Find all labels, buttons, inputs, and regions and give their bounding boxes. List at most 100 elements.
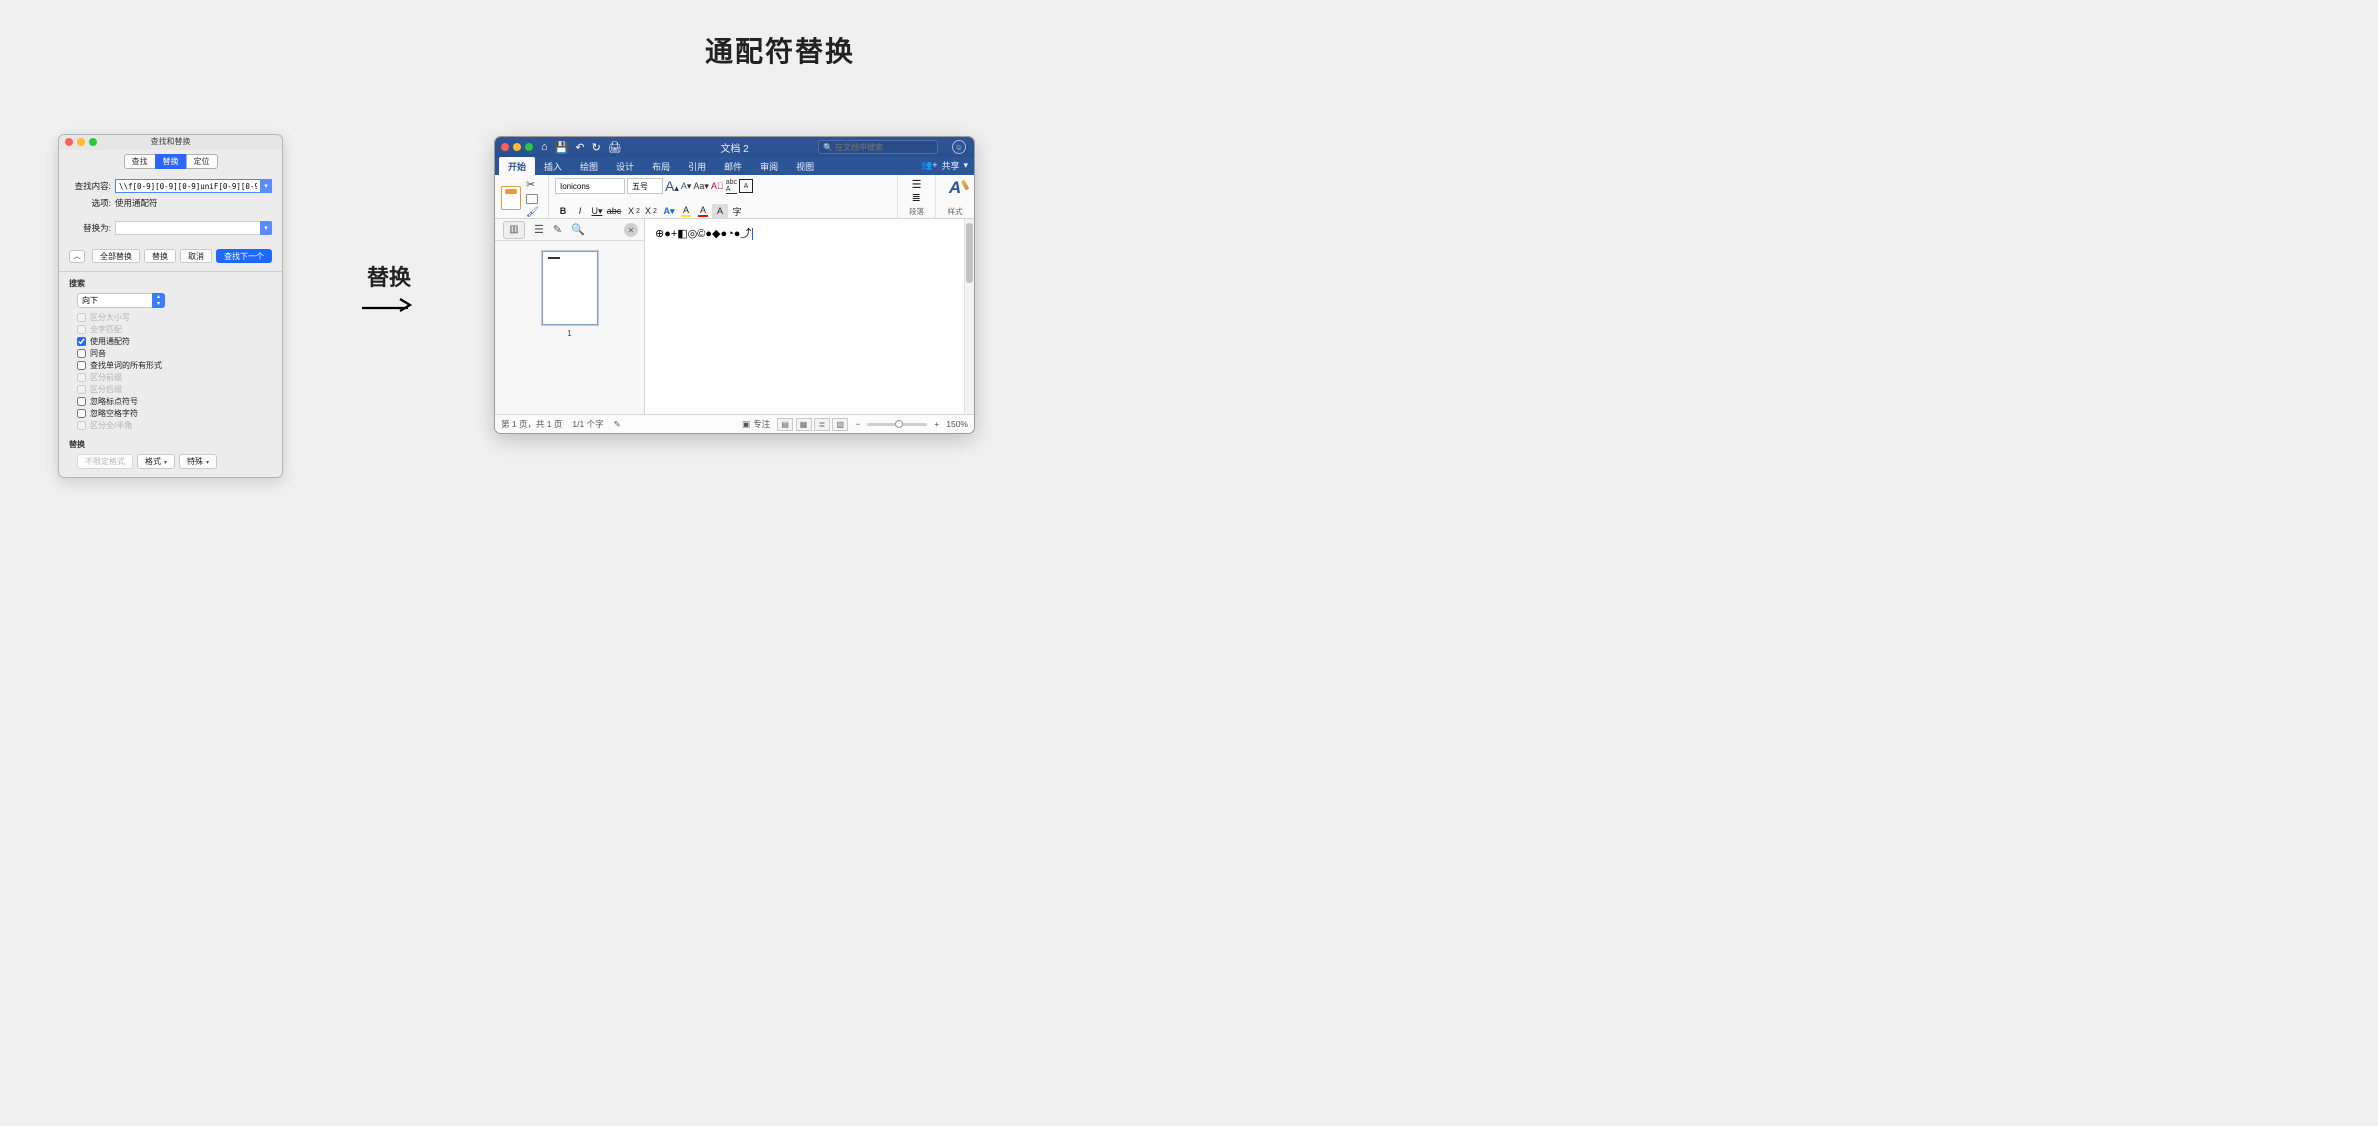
check-all-word-forms[interactable]: 查找单词的所有形式 (77, 360, 272, 371)
shrink-font-icon[interactable]: A▾ (681, 181, 692, 192)
redo-icon[interactable]: ↻ (592, 141, 601, 154)
phonetic-guide-icon[interactable]: abcA (726, 179, 737, 194)
feedback-smile-icon[interactable]: ☺ (952, 140, 966, 154)
nav-thumbnails-tab[interactable]: ▥ (503, 221, 525, 239)
web-layout-view-icon[interactable]: ▦ (796, 418, 812, 431)
font-color-icon[interactable]: A (695, 204, 711, 218)
collapse-options-button[interactable]: ︿ (69, 250, 85, 263)
nav-edit-icon[interactable]: ✎ (553, 223, 562, 236)
nav-close-icon[interactable]: ✕ (624, 223, 638, 237)
cancel-button[interactable]: 取消 (180, 249, 212, 263)
zoom-slider[interactable] (867, 423, 927, 426)
find-history-dropdown-icon[interactable]: ▾ (260, 179, 272, 193)
divider (59, 271, 282, 272)
special-dropdown-button[interactable]: 特殊 (179, 454, 217, 469)
check-full-half-width: 区分全/半角 (77, 420, 272, 431)
nav-search-icon[interactable]: 🔍 (571, 223, 585, 236)
format-painter-icon[interactable]: 🖌 (526, 207, 539, 218)
print-layout-view-icon[interactable]: ▤ (777, 418, 793, 431)
zoom-out-icon[interactable]: − (855, 419, 860, 429)
check-sounds-like[interactable]: 同音 (77, 348, 272, 359)
find-what-label: 查找内容: (69, 180, 111, 192)
nav-list-icon[interactable]: ☰ (534, 223, 544, 236)
change-case-icon[interactable]: Aa▾ (693, 181, 709, 192)
copy-icon[interactable] (526, 194, 538, 204)
ribbon-tab-design[interactable]: 设计 (607, 157, 643, 175)
ribbon-tab-home[interactable]: 开始 (499, 157, 535, 175)
check-ignore-whitespace[interactable]: 忽略空格字符 (77, 408, 272, 419)
replace-with-input[interactable] (115, 221, 272, 235)
ribbon-tab-view[interactable]: 视图 (787, 157, 823, 175)
replace-all-button[interactable]: 全部替换 (92, 249, 140, 263)
dialog-title: 查找和替换 (59, 136, 282, 147)
tab-find[interactable]: 查找 (124, 154, 155, 169)
ribbon-tab-insert[interactable]: 插入 (535, 157, 571, 175)
grow-font-icon[interactable]: A▴ (665, 178, 679, 194)
underline-icon[interactable]: U▾ (589, 204, 605, 218)
vertical-scrollbar[interactable] (964, 219, 974, 414)
bold-icon[interactable]: B (555, 204, 571, 218)
styles-icon[interactable]: A (949, 178, 961, 198)
paste-icon[interactable] (501, 186, 521, 210)
minimize-dot-icon[interactable] (513, 143, 521, 151)
font-family-select[interactable]: Ionicons (555, 178, 625, 194)
share-icon: 👥+ (921, 160, 937, 171)
char-shading-icon[interactable]: A (712, 204, 728, 218)
subscript-icon[interactable]: X2 (627, 204, 643, 218)
focus-icon: ▣ (742, 419, 750, 430)
find-what-input[interactable] (115, 179, 272, 193)
view-buttons: ▤ ▦ ≣ ▧ (777, 418, 848, 431)
word-window: ⌂ 💾 ↶ ↻ 🖨 文档 2 🔍 ☺ 开始 插入 绘图 设计 布局 引用 邮件 … (494, 136, 975, 434)
italic-icon[interactable]: I (572, 204, 588, 218)
check-ignore-punct[interactable]: 忽略标点符号 (77, 396, 272, 407)
focus-mode-button[interactable]: ▣专注 (742, 418, 770, 430)
no-formatting-button: 不限定格式 (77, 454, 133, 469)
styles-group-label: 样式 (948, 206, 963, 218)
tab-replace[interactable]: 替换 (155, 154, 186, 169)
highlight-color-icon[interactable]: A (678, 204, 694, 218)
document-search-input[interactable] (818, 140, 938, 154)
ribbon-tab-refs[interactable]: 引用 (679, 157, 715, 175)
replace-history-dropdown-icon[interactable]: ▾ (260, 221, 272, 235)
format-dropdown-button[interactable]: 格式 (137, 454, 175, 469)
strike-icon[interactable]: abc (606, 204, 622, 218)
cut-icon[interactable]: ✂ (526, 178, 539, 191)
close-dot-icon[interactable] (501, 143, 509, 151)
zoom-level[interactable]: 150% (946, 419, 968, 429)
zoom-dot-icon[interactable] (525, 143, 533, 151)
replace-with-label: 替换为: (69, 222, 111, 234)
draft-view-icon[interactable]: ▧ (832, 418, 848, 431)
page-thumbnail[interactable] (542, 251, 598, 325)
enclose-char-icon[interactable]: 字 (729, 204, 745, 218)
ribbon-tab-mail[interactable]: 邮件 (715, 157, 751, 175)
check-use-wildcard[interactable]: 使用通配符 (77, 336, 272, 347)
status-spellcheck-icon[interactable]: ✎ (614, 419, 621, 430)
superscript-icon[interactable]: X2 (644, 204, 660, 218)
ribbon-tab-review[interactable]: 审阅 (751, 157, 787, 175)
zoom-in-icon[interactable]: + (934, 419, 939, 429)
document-search: 🔍 (818, 140, 938, 154)
text-effects-icon[interactable]: A▾ (661, 204, 677, 218)
char-border-icon[interactable]: A (739, 179, 753, 193)
replace-button[interactable]: 替换 (144, 249, 176, 263)
clear-format-icon[interactable]: A⃠ (711, 181, 724, 191)
home-icon[interactable]: ⌂ (541, 141, 548, 153)
paragraph-icon[interactable]: ☰≣ (912, 178, 922, 204)
check-suffix: 区分后缀 (77, 384, 272, 395)
ribbon-tab-draw[interactable]: 绘图 (571, 157, 607, 175)
arrow-label: 替换 (360, 260, 418, 292)
undo-icon[interactable]: ↶ (575, 141, 584, 154)
status-bar: 第 1 页，共 1 页 1/1 个字 ✎ ▣专注 ▤ ▦ ≣ ▧ − + 150… (495, 414, 974, 433)
print-icon[interactable]: 🖨 (608, 141, 622, 154)
ribbon-tab-layout[interactable]: 布局 (643, 157, 679, 175)
text-cursor (752, 228, 753, 240)
outline-view-icon[interactable]: ≣ (814, 418, 830, 431)
document-canvas[interactable]: ⊕●+◧◎©●◆●◔●⤴ (645, 219, 974, 414)
font-size-select[interactable]: 五号 (627, 178, 663, 194)
word-titlebar: ⌂ 💾 ↶ ↻ 🖨 文档 2 🔍 ☺ (495, 137, 974, 157)
tab-goto[interactable]: 定位 (186, 154, 218, 169)
save-icon[interactable]: 💾 (555, 141, 569, 154)
find-next-button[interactable]: 查找下一个 (216, 249, 272, 263)
page-thumbnail-number: 1 (567, 329, 571, 338)
share-button[interactable]: 👥+共享▾ (921, 159, 968, 172)
